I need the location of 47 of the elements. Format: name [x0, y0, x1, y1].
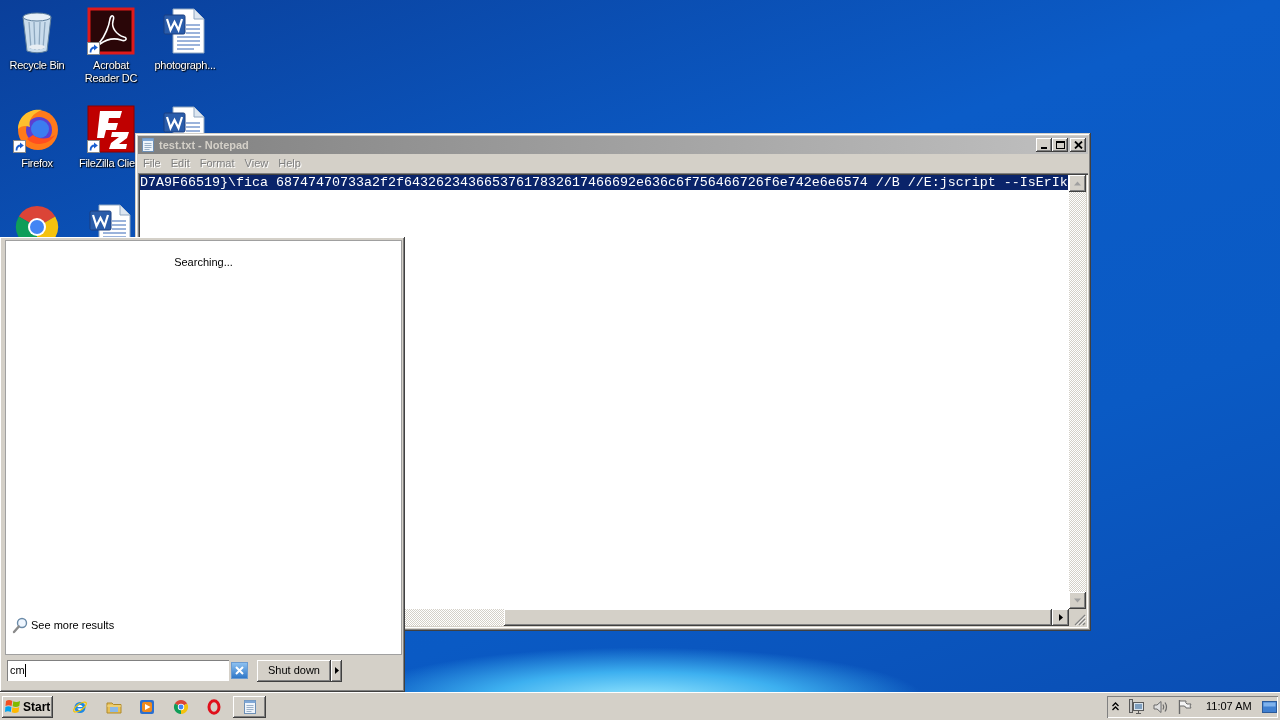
browser-icon[interactable]: [172, 698, 189, 715]
desktop-icon-label: Recycle Bin: [9, 59, 65, 72]
scroll-right-button[interactable]: [1052, 609, 1069, 626]
scroll-down-button[interactable]: [1069, 592, 1086, 609]
shut-down-button[interactable]: Shut down: [257, 659, 331, 682]
taskbar-window-button[interactable]: [233, 695, 266, 718]
search-field[interactable]: cm: [7, 660, 229, 681]
minimize-button[interactable]: [1036, 138, 1052, 152]
close-icon: [1073, 141, 1083, 149]
down-arrow-icon: [1074, 597, 1081, 604]
show-desktop-icon[interactable]: [1262, 699, 1277, 714]
shut-down-options-button[interactable]: [331, 659, 342, 682]
clock: 11:07 AM: [1206, 700, 1252, 713]
size-grip-icon[interactable]: [1074, 614, 1086, 626]
scrollbar-thumb[interactable]: [504, 609, 1052, 626]
desktop-icon-label: Firefox: [21, 157, 53, 170]
media-player-icon[interactable]: [139, 698, 155, 715]
close-button[interactable]: [1070, 138, 1086, 152]
search-icon: [12, 617, 28, 634]
see-more-results-link[interactable]: See more results: [12, 617, 115, 634]
vertical-scrollbar[interactable]: [1069, 175, 1086, 609]
start-button[interactable]: Start: [2, 695, 53, 718]
desktop-icon-label: photograph...: [154, 59, 216, 72]
clear-search-button[interactable]: [231, 662, 248, 679]
caret-right-icon: [334, 667, 339, 674]
notepad-icon: [140, 137, 156, 153]
browser-icon[interactable]: [206, 698, 222, 715]
window-title: test.txt - Notepad: [159, 138, 249, 152]
maximize-button[interactable]: [1052, 138, 1068, 152]
windows-logo-icon: [5, 699, 21, 714]
flag-icon[interactable]: [1177, 698, 1193, 715]
close-icon: [235, 666, 244, 675]
scroll-up-button[interactable]: [1069, 175, 1086, 192]
up-arrow-icon: [1074, 180, 1081, 187]
browser-icon[interactable]: [72, 698, 88, 715]
chevron-up-icon[interactable]: [1112, 702, 1119, 711]
acrobat-reader-icon[interactable]: [87, 7, 135, 55]
filezilla-icon[interactable]: [87, 105, 135, 153]
network-icon[interactable]: [1128, 698, 1145, 715]
right-arrow-icon: [1057, 614, 1064, 621]
maximize-icon: [1055, 141, 1065, 149]
desktop-icon-label: Acrobat Reader DC: [83, 59, 139, 85]
notepad-icon: [241, 698, 258, 715]
text-cursor-icon: [24, 664, 26, 677]
search-status: Searching...: [174, 256, 233, 269]
desktop-icon-label: FileZilla Clie: [79, 157, 135, 170]
volume-icon[interactable]: [1152, 698, 1169, 715]
